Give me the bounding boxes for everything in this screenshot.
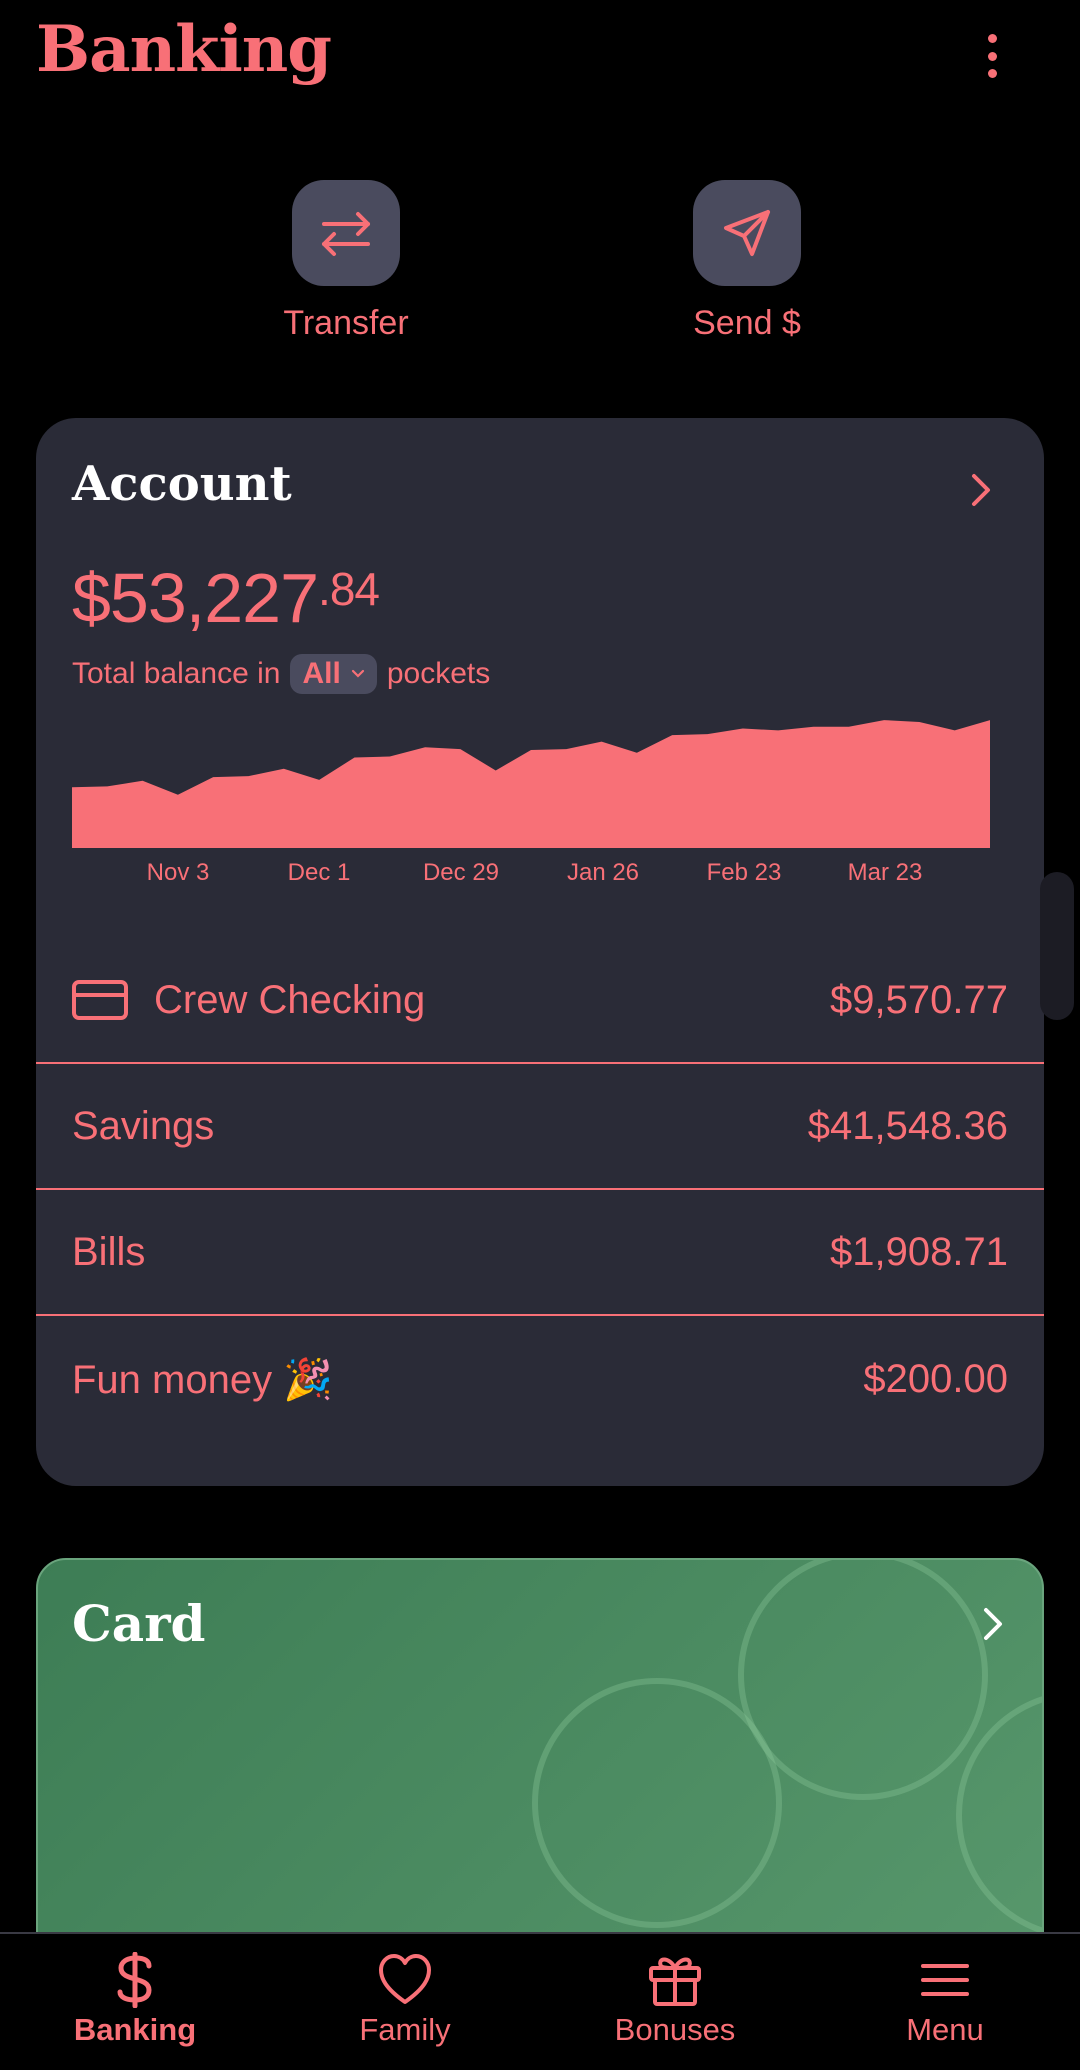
dollar-icon	[117, 1952, 152, 2008]
nav-label: Family	[359, 2012, 451, 2047]
nav-label: Banking	[73, 2012, 197, 2047]
transfer-label: Transfer	[283, 304, 409, 342]
chevron-right-icon[interactable]	[978, 1604, 1008, 1644]
scrollbar[interactable]	[1040, 872, 1074, 1020]
balance-caption: Total balance in All pockets	[72, 654, 490, 694]
pocket-filter-dropdown[interactable]: All	[290, 654, 377, 694]
pocket-filter-value: All	[302, 657, 341, 690]
balance-prefix: Total balance in	[72, 657, 281, 690]
x-tick-label: Mar 23	[848, 859, 923, 886]
pocket-amount: $9,570.77	[830, 977, 1008, 1022]
chevron-right-icon[interactable]	[966, 470, 996, 510]
transfer-arrows-icon	[292, 180, 400, 286]
pocket-name: Fun money 🎉	[72, 1357, 334, 1402]
pocket-amount: $41,548.36	[807, 1103, 1008, 1148]
send-paper-plane-icon	[693, 180, 801, 286]
pocket-amount: $200.00	[863, 1356, 1008, 1401]
balance-cents: .84	[318, 563, 380, 615]
nav-label: Bonuses	[614, 2012, 736, 2047]
transfer-button[interactable]: Transfer	[246, 180, 446, 343]
x-tick-label: Jan 26	[567, 859, 639, 886]
top-bar: Banking	[0, 0, 1080, 110]
x-tick-label: Nov 3	[147, 859, 210, 886]
nav-family[interactable]: Family	[270, 1934, 540, 2070]
nav-banking[interactable]: Banking	[0, 1934, 270, 2070]
decorative-circle	[532, 1678, 782, 1928]
heart-icon	[379, 1954, 431, 2004]
pocket-name: Crew Checking	[154, 977, 426, 1022]
account-card: Account $53,227.84 Total balance in All …	[36, 418, 1044, 1486]
pocket-amount: $1,908.71	[830, 1229, 1008, 1274]
pocket-name: Savings	[72, 1103, 215, 1148]
pocket-name: Bills	[72, 1229, 146, 1274]
chevron-down-icon	[351, 669, 364, 678]
pocket-row-savings[interactable]: Savings $41,548.36	[36, 1064, 1044, 1190]
gift-icon	[649, 1957, 701, 2006]
nav-bonuses[interactable]: Bonuses	[540, 1934, 810, 2070]
pocket-row-fun-money[interactable]: Fun money 🎉 $200.00	[36, 1316, 1044, 1442]
total-balance: $53,227.84	[72, 558, 380, 638]
balance-area	[72, 720, 990, 848]
balance-area-chart: Nov 3 Dec 1 Dec 29 Jan 26 Feb 23 Mar 23	[72, 720, 990, 886]
more-options-icon[interactable]	[968, 30, 1016, 82]
pocket-row-bills[interactable]: Bills $1,908.71	[36, 1190, 1044, 1316]
account-title: Account	[72, 456, 292, 512]
send-money-button[interactable]: Send $	[647, 180, 847, 343]
x-tick-label: Dec 1	[288, 859, 351, 886]
x-tick-label: Dec 29	[423, 859, 499, 886]
send-money-label: Send $	[693, 304, 801, 342]
hamburger-menu-icon	[921, 1964, 969, 1996]
credit-card-icon	[72, 980, 128, 1020]
balance-suffix: pockets	[386, 657, 491, 690]
page-title: Banking	[36, 12, 332, 87]
nav-menu[interactable]: Menu	[810, 1934, 1080, 2070]
bottom-nav: Banking Family Bonuses Menu	[0, 1932, 1080, 2070]
nav-label: Menu	[906, 2012, 984, 2047]
x-tick-label: Feb 23	[707, 859, 782, 886]
pocket-row-crew-checking[interactable]: Crew Checking $9,570.77	[36, 938, 1044, 1064]
card-title: Card	[72, 1594, 206, 1653]
balance-main: $53,227	[72, 559, 319, 637]
